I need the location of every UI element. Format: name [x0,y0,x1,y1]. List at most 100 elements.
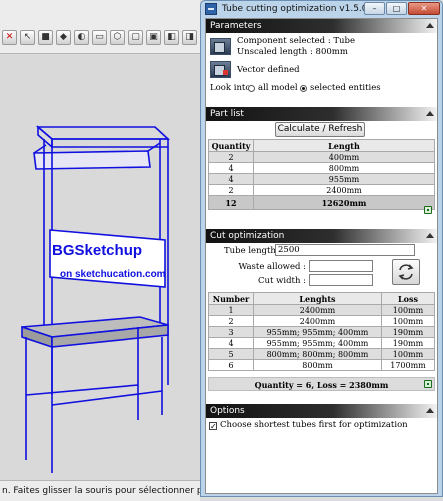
cell-quantity: 4 [208,162,254,174]
top-frame [35,126,171,140]
component-selected-text: Component selected : Tube [237,36,356,46]
radio-all-model-label: all model [258,83,298,93]
cut-optimization-header-label: Cut optimization [210,231,285,241]
radio-selected-entities-label: selected entities [310,83,381,93]
shortest-first-checkbox[interactable]: ✓ [209,422,217,431]
column-header-lengths: Lenghts [253,292,382,305]
table-row[interactable]: 5 800mm; 800mm; 800mm 100mm [208,348,435,360]
part-list-header[interactable]: Part list [206,107,437,121]
front-view-icon[interactable]: ▣ [146,29,161,45]
component-icon[interactable] [210,38,231,55]
cell-quantity: 2 [208,184,254,196]
cut-width-label: Cut width : [258,276,306,286]
close-button[interactable]: ✕ [408,2,440,15]
maximize-button[interactable]: □ [386,2,407,15]
parameters-header-label: Parameters [210,21,262,31]
tube-cutting-dialog: Tube cutting optimization v1.5.0 – □ ✕ P… [200,0,443,497]
cell-lengths: 955mm; 955mm; 400mm [253,337,382,349]
cell-number: 3 [208,326,254,338]
table-row[interactable]: 4 800mm [208,162,435,174]
table-row[interactable]: 2 400mm [208,151,435,163]
sketchup-toolbar: ✕ ↖ ■ ◆ ◐ ▭ ⬡ ▢ ▣ ◧ ◨ [0,0,200,54]
iso-view-icon[interactable]: ⬡ [110,29,125,45]
toolbar-strip: ✕ ↖ ■ ◆ ◐ ▭ ⬡ ▢ ▣ ◧ ◨ [0,26,200,48]
radio-all-model[interactable] [248,85,255,92]
total-quantity: 12 [208,195,254,210]
cell-number: 4 [208,337,254,349]
options-header[interactable]: Options [206,404,437,418]
table-row[interactable]: 6 800mm 1700mm [208,359,435,371]
cell-length: 955mm [253,173,435,185]
table-row[interactable]: 1 2400mm 100mm [208,304,435,316]
top-view-icon[interactable]: ▢ [128,29,143,45]
parameters-header[interactable]: Parameters [206,19,437,33]
shortest-first-label: Choose shortest tubes first for optimiza… [220,420,408,430]
back-view-icon[interactable]: ◨ [182,29,197,45]
cell-quantity: 4 [208,173,254,185]
cell-loss: 100mm [381,315,435,327]
cut-width-input[interactable] [309,274,373,286]
component-icon[interactable]: ◆ [56,29,71,45]
cell-length: 2400mm [253,184,435,196]
cell-loss: 1700mm [381,359,435,371]
export-excel-icon[interactable] [424,380,432,388]
calculate-refresh-button[interactable]: Calculate / Refresh [275,122,365,137]
tube-length-input[interactable]: 2500 [275,244,415,256]
logo-text: BGSketchup [52,242,142,259]
cell-lengths: 2400mm [253,304,382,316]
select-icon[interactable]: ↖ [20,29,35,45]
column-header-loss: Loss [381,292,435,305]
tube-length-label: Tube length : [224,246,282,256]
paint-icon[interactable]: ◐ [74,29,89,45]
cell-lengths: 800mm; 800mm; 800mm [253,348,382,360]
part-list-header-label: Part list [210,109,244,119]
column-header-quantity: Quantity [208,139,254,152]
collapse-arrow-icon[interactable] [426,111,434,116]
table-total-row: 12 12620mm [208,195,435,210]
table-row[interactable]: 3 955mm; 955mm; 400mm 190mm [208,326,435,338]
collapse-arrow-icon[interactable] [426,233,434,238]
collapse-arrow-icon[interactable] [426,408,434,413]
column-header-length: Length [253,139,435,152]
cell-loss: 190mm [381,326,435,338]
look-into-label: Look into [210,83,251,93]
cut-optimization-table: Number Lenghts Loss 1 2400mm 100mm 2 240… [208,292,435,371]
eraser-icon[interactable]: ▭ [92,29,107,45]
table-row[interactable]: 4 955mm; 955mm; 400mm 190mm [208,337,435,349]
right-view-icon[interactable]: ◧ [164,29,179,45]
export-excel-icon[interactable] [424,206,432,214]
unscaled-length-text: Unscaled length : 800mm [237,47,348,57]
cell-loss: 190mm [381,337,435,349]
table-row[interactable]: 4 955mm [208,173,435,185]
box-icon[interactable]: ■ [38,29,53,45]
dialog-client: Parameters Component selected : Tube Uns… [205,18,438,494]
window-controls: – □ ✕ [364,2,440,15]
radio-selected-entities[interactable] [300,85,307,92]
cell-number: 1 [208,304,254,316]
column-header-number: Number [208,292,254,305]
minimize-button[interactable]: – [364,2,385,15]
vector-defined-text: Vector defined [237,65,300,75]
app-icon [205,3,217,15]
cell-number: 5 [208,348,254,360]
status-bar: n. Faites glisser la souris pour sélecti… [0,480,200,501]
optimize-button[interactable] [392,259,420,285]
vector-icon[interactable] [210,61,231,78]
cut-optimization-header[interactable]: Cut optimization [206,229,437,243]
total-length: 12620mm [253,195,435,210]
close-icon[interactable]: ✕ [2,29,17,45]
dialog-title: Tube cutting optimization v1.5.0 [222,4,368,14]
optimize-arrows-icon [398,264,414,280]
dialog-titlebar[interactable]: Tube cutting optimization v1.5.0 – □ ✕ [201,1,442,17]
cell-lengths: 2400mm [253,315,382,327]
cell-quantity: 2 [208,151,254,163]
cell-loss: 100mm [381,348,435,360]
cell-loss: 100mm [381,304,435,316]
waste-allowed-input[interactable] [309,260,373,272]
table-row[interactable]: 2 2400mm [208,184,435,196]
cell-lengths: 800mm [253,359,382,371]
table-row[interactable]: 2 2400mm 100mm [208,315,435,327]
collapse-arrow-icon[interactable] [426,23,434,28]
cell-length: 800mm [253,162,435,174]
logo-subtext: on sketchucation.com [60,269,166,280]
